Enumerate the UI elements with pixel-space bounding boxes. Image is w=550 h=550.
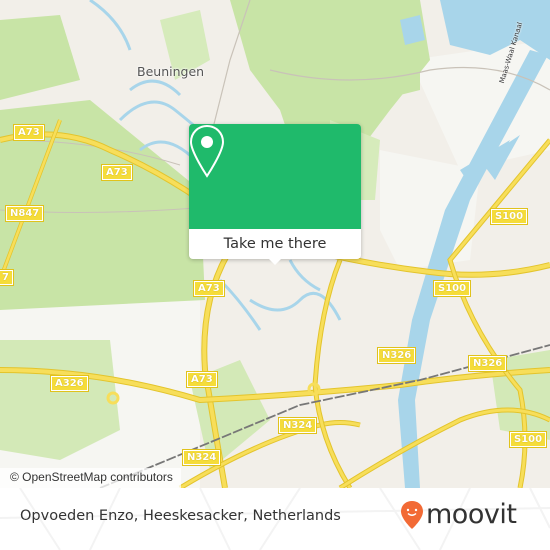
road-label-s100: S100: [489, 208, 529, 225]
popup-pointer: [268, 258, 282, 265]
road-label-n326: N326: [467, 355, 508, 372]
moovit-logo[interactable]: moovit: [400, 499, 517, 530]
road-label-n326: N326: [376, 347, 417, 364]
road-label-s100: S100: [508, 431, 548, 448]
popup-header: [189, 124, 361, 229]
map-canvas[interactable]: Beuningen Maas-Waal Kanaal A73 A73 A73 A…: [0, 0, 550, 488]
map-attribution[interactable]: © OpenStreetMap contributors: [0, 468, 181, 488]
road-label-s100: S100: [432, 280, 472, 297]
road-label-n324: N324: [277, 417, 318, 434]
road-label-a73: A73: [101, 164, 133, 181]
map-widget: Beuningen Maas-Waal Kanaal A73 A73 A73 A…: [0, 0, 550, 550]
road-label-a73: A73: [186, 371, 218, 388]
road-label-a73: A73: [13, 124, 45, 141]
road-label-n847: N847: [4, 205, 45, 222]
map-pin-icon: [189, 124, 225, 178]
road-label-n324: N324: [181, 449, 222, 466]
place-name: Opvoeden Enzo, Heeskesacker, Netherlands: [20, 508, 341, 524]
moovit-wordmark: moovit: [426, 499, 517, 530]
moovit-pin-icon: [401, 500, 423, 529]
road-label-a73: A73: [193, 280, 225, 297]
road-label-a326: A326: [50, 375, 89, 392]
footer-bar: Opvoeden Enzo, Heeskesacker, Netherlands…: [0, 488, 550, 550]
place-label-beuningen: Beuningen: [137, 64, 205, 79]
take-me-there-button[interactable]: Take me there: [189, 229, 361, 259]
road-label-n847-edge: 7: [0, 269, 14, 286]
location-popup: Take me there: [189, 124, 361, 265]
